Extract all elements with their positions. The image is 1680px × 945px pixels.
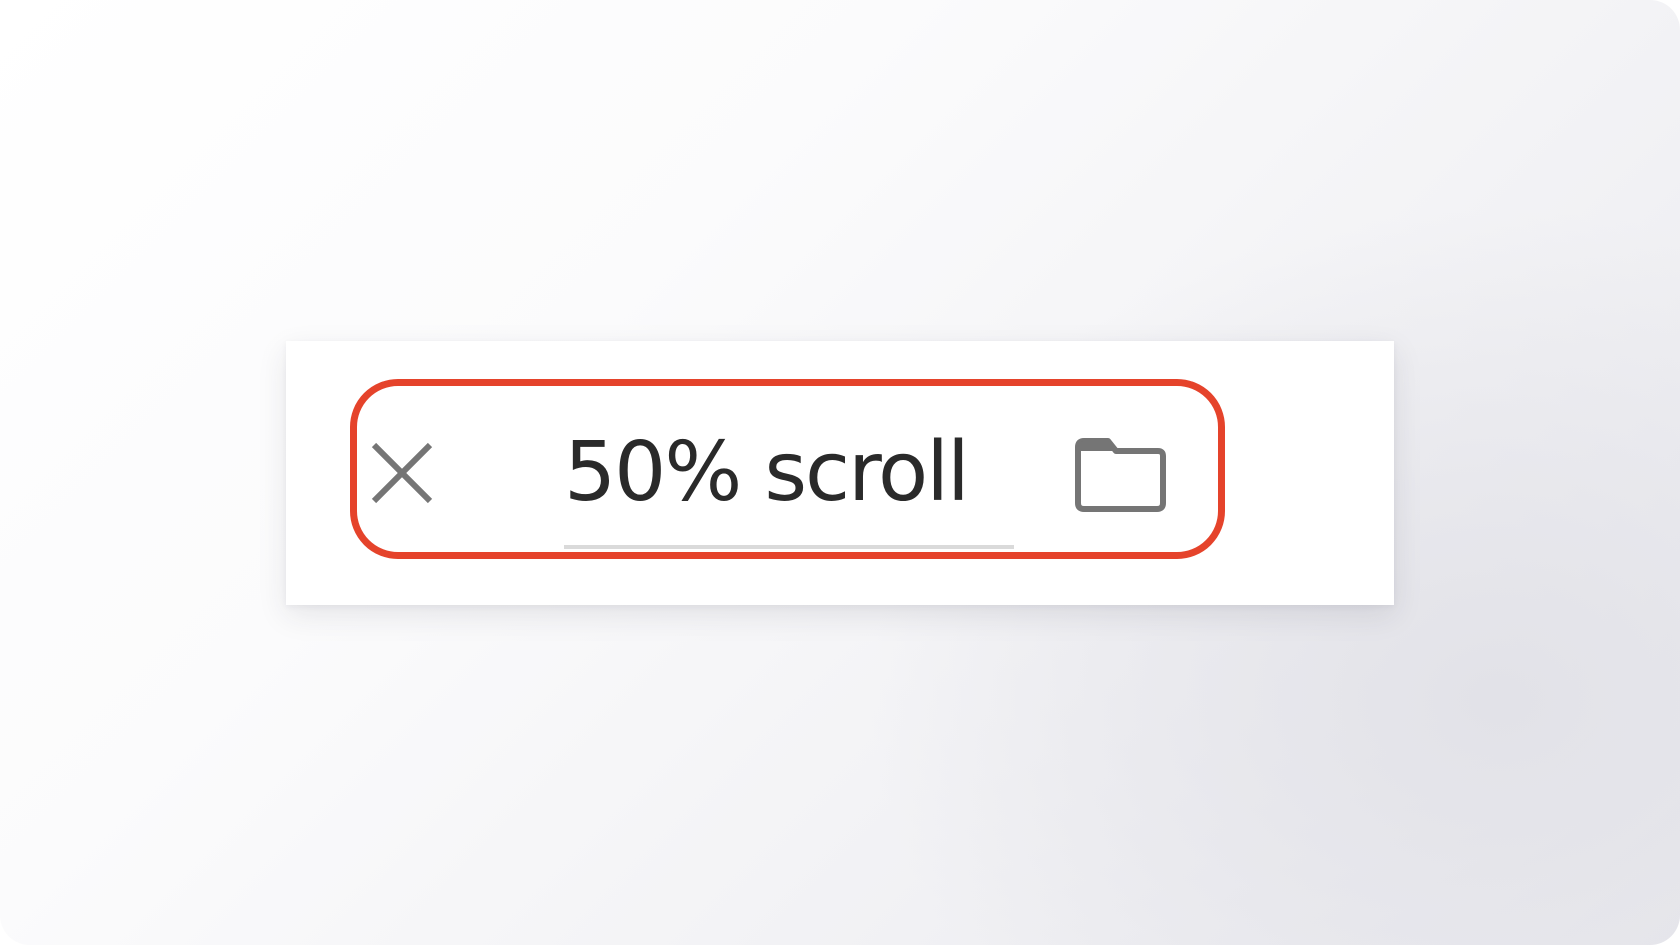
input-value: 50% scroll: [564, 425, 970, 520]
name-input[interactable]: 50% scroll: [564, 421, 1014, 549]
input-underline: [564, 545, 1014, 549]
close-icon: [370, 441, 434, 505]
background-canvas: 50% scroll: [0, 0, 1680, 945]
folder-button[interactable]: [1074, 437, 1166, 513]
close-button[interactable]: [370, 441, 434, 505]
folder-icon: [1074, 437, 1166, 513]
input-card: 50% scroll: [286, 341, 1394, 605]
